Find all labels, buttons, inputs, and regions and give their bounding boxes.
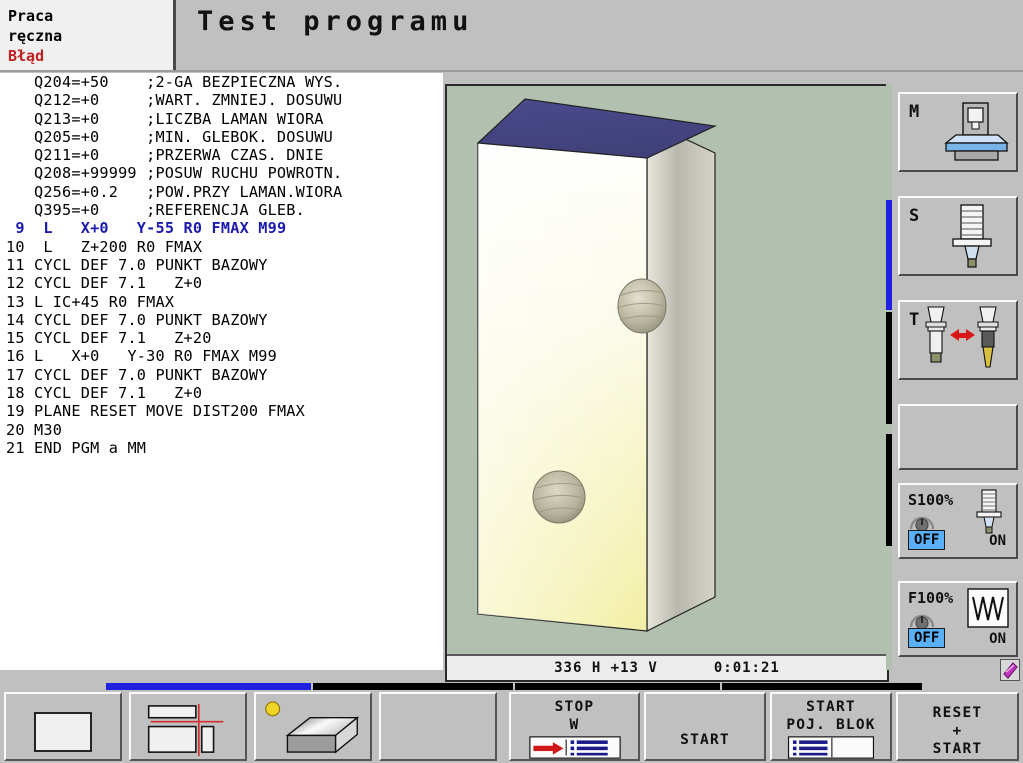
stop-block-list-icon — [528, 736, 621, 759]
right-softkey-column: M S T S100% OFF ON F100% OFF ON — [893, 84, 1023, 670]
softkey-empty-bottom[interactable] — [379, 692, 497, 761]
vertical-softkey-indicator[interactable] — [886, 84, 892, 670]
vstrip-black-segment-2 — [886, 434, 892, 546]
page-title: Test programu — [197, 6, 474, 37]
program-line[interactable]: 11 CYCL DEF 7.0 PUNKT BAZOWY — [0, 256, 443, 274]
horizontal-softkey-indicator[interactable] — [0, 683, 1023, 690]
softkey-spindle-override[interactable]: S100% OFF ON — [898, 483, 1018, 559]
program-line[interactable]: 21 END PGM a MM — [0, 439, 443, 457]
feed-override-on-state[interactable]: ON — [989, 631, 1006, 647]
softkey-reset-start[interactable]: RESET + START — [896, 692, 1019, 761]
program-line[interactable]: 12 CYCL DEF 7.1 Z+0 — [0, 274, 443, 292]
spindle-override-label: S100% — [908, 491, 954, 509]
hstrip-black-segment-2 — [515, 683, 720, 690]
simulation-viewport[interactable]: 336 H +13 V 0:01:21 — [445, 84, 889, 682]
single-block-list-icon — [787, 736, 875, 759]
workpiece-svg — [447, 86, 887, 652]
reset-label-line-1: RESET — [932, 705, 983, 721]
program-line[interactable]: 10 L Z+200 R0 FMAX — [0, 238, 443, 256]
machine-status-letter: M — [909, 102, 920, 122]
program-line[interactable]: Q213=+0 ;LICZBA LAMAN WIORA — [0, 110, 443, 128]
vstrip-black-segment-1 — [886, 312, 892, 424]
header-bar: Praca ręczna Błąd Test programu — [0, 0, 1023, 72]
program-line[interactable]: Q208=+99999 ;POSUW RUCHU POWROTN. — [0, 164, 443, 182]
program-line[interactable]: 13 L IC+45 R0 FMAX — [0, 293, 443, 311]
double-arrow — [950, 329, 975, 341]
softkey-view-3d-solid[interactable] — [254, 692, 372, 761]
start-block-label-line-2: POJ. BLOK — [786, 717, 876, 733]
start-block-label-line-1: START — [806, 699, 856, 715]
stop-label-line-1: STOP — [554, 699, 595, 715]
spindle-tool-icon — [952, 204, 992, 268]
program-line[interactable]: 18 CYCL DEF 7.1 Z+0 — [0, 384, 443, 402]
viewport-status-bar: 336 H +13 V 0:01:21 — [447, 654, 887, 680]
spindle-status-letter: S — [909, 206, 920, 226]
single-window-icon — [34, 712, 92, 752]
notification-note-icon[interactable] — [1000, 659, 1020, 681]
softkey-feed-override[interactable]: F100% OFF ON — [898, 581, 1018, 657]
reset-label-line-3: START — [932, 741, 983, 757]
softkey-tool-change-status[interactable]: T — [898, 300, 1018, 380]
program-line[interactable]: 14 CYCL DEF 7.0 PUNKT BAZOWY — [0, 311, 443, 329]
yellow-dot-icon — [265, 701, 281, 717]
stop-label-line-2: W — [569, 717, 580, 733]
program-line[interactable]: 19 PLANE RESET MOVE DIST200 FMAX — [0, 402, 443, 420]
title-panel: Test programu — [179, 0, 1023, 72]
viewport-runtime: 0:01:21 — [713, 660, 780, 676]
machine-icon — [944, 102, 1009, 161]
program-line[interactable]: 9 L X+0 Y-55 R0 FMAX M99 — [0, 219, 443, 237]
workpiece-3d-view[interactable] — [447, 86, 887, 652]
feed-override-off-state[interactable]: OFF — [908, 628, 946, 648]
program-line[interactable]: Q395=+0 ;REFERENCJA GLEB. — [0, 201, 443, 219]
program-line[interactable]: Q256=+0.2 ;POW.PRZY LAMAN.WIORA — [0, 183, 443, 201]
spindle-tool-icon — [976, 489, 1002, 534]
cnc-control-screen: Praca ręczna Błąd Test programu Q204=+50… — [0, 0, 1023, 763]
spindle-override-off-state[interactable]: OFF — [908, 530, 946, 550]
program-line[interactable]: Q205=+0 ;MIN. GLEBOK. DOSUWU — [0, 128, 443, 146]
operating-mode-panel[interactable]: Praca ręczna Błąd — [0, 0, 176, 72]
spindle-override-on-state[interactable]: ON — [989, 533, 1006, 549]
zigzag-feed-icon — [967, 588, 1009, 628]
program-line[interactable]: 17 CYCL DEF 7.0 PUNKT BAZOWY — [0, 366, 443, 384]
tool-change-icon — [925, 306, 999, 368]
start-label: START — [680, 731, 730, 748]
program-line[interactable]: Q204=+50 ;2-GA BEZPIECZNA WYS. — [0, 73, 443, 91]
softkey-start-single-block[interactable]: START POJ. BLOK — [770, 692, 892, 761]
program-line[interactable]: Q211=+0 ;PRZERWA CZAS. DNIE — [0, 146, 443, 164]
softkey-empty-status[interactable] — [898, 404, 1018, 470]
header-divider — [0, 70, 1023, 72]
program-line[interactable]: 15 CYCL DEF 7.1 Z+20 — [0, 329, 443, 347]
mode-line-1: Praca — [8, 7, 54, 25]
hstrip-black-segment-1 — [313, 683, 513, 690]
feed-override-label: F100% — [908, 589, 954, 607]
softkey-machine-status[interactable]: M — [898, 92, 1018, 172]
mode-line-2: ręczna — [8, 27, 63, 45]
note-icon-glyph — [1003, 662, 1018, 679]
vstrip-blue-segment — [886, 200, 892, 310]
solid-block-icon — [265, 701, 360, 754]
hstrip-blue-segment — [106, 683, 311, 690]
program-line[interactable]: 20 M30 — [0, 421, 443, 439]
softkey-start[interactable]: START — [644, 692, 766, 761]
softkey-view-single-window[interactable] — [4, 692, 122, 761]
reset-label-line-2: + — [952, 723, 963, 739]
softkey-spindle-status[interactable]: S — [898, 196, 1018, 276]
program-line[interactable]: Q212=+0 ;WART. ZMNIEJ. DOSUWU — [0, 91, 443, 109]
split-window-crosshair-icon — [147, 703, 224, 757]
program-line[interactable]: 16 L X+0 Y-30 R0 FMAX M99 — [0, 347, 443, 365]
program-listing[interactable]: Q204=+50 ;2-GA BEZPIECZNA WYS. Q212=+0 ;W… — [0, 73, 443, 670]
viewport-coordinates: 336 H +13 V — [554, 660, 658, 676]
error-status-label: Błąd — [8, 47, 45, 65]
hstrip-black-segment-3 — [722, 683, 922, 690]
softkey-view-split-window[interactable] — [129, 692, 247, 761]
bottom-softkey-bar: STOP W START START POJ. BLOK RESET + STA… — [0, 690, 1023, 763]
softkey-stop-at-block[interactable]: STOP W — [509, 692, 640, 761]
